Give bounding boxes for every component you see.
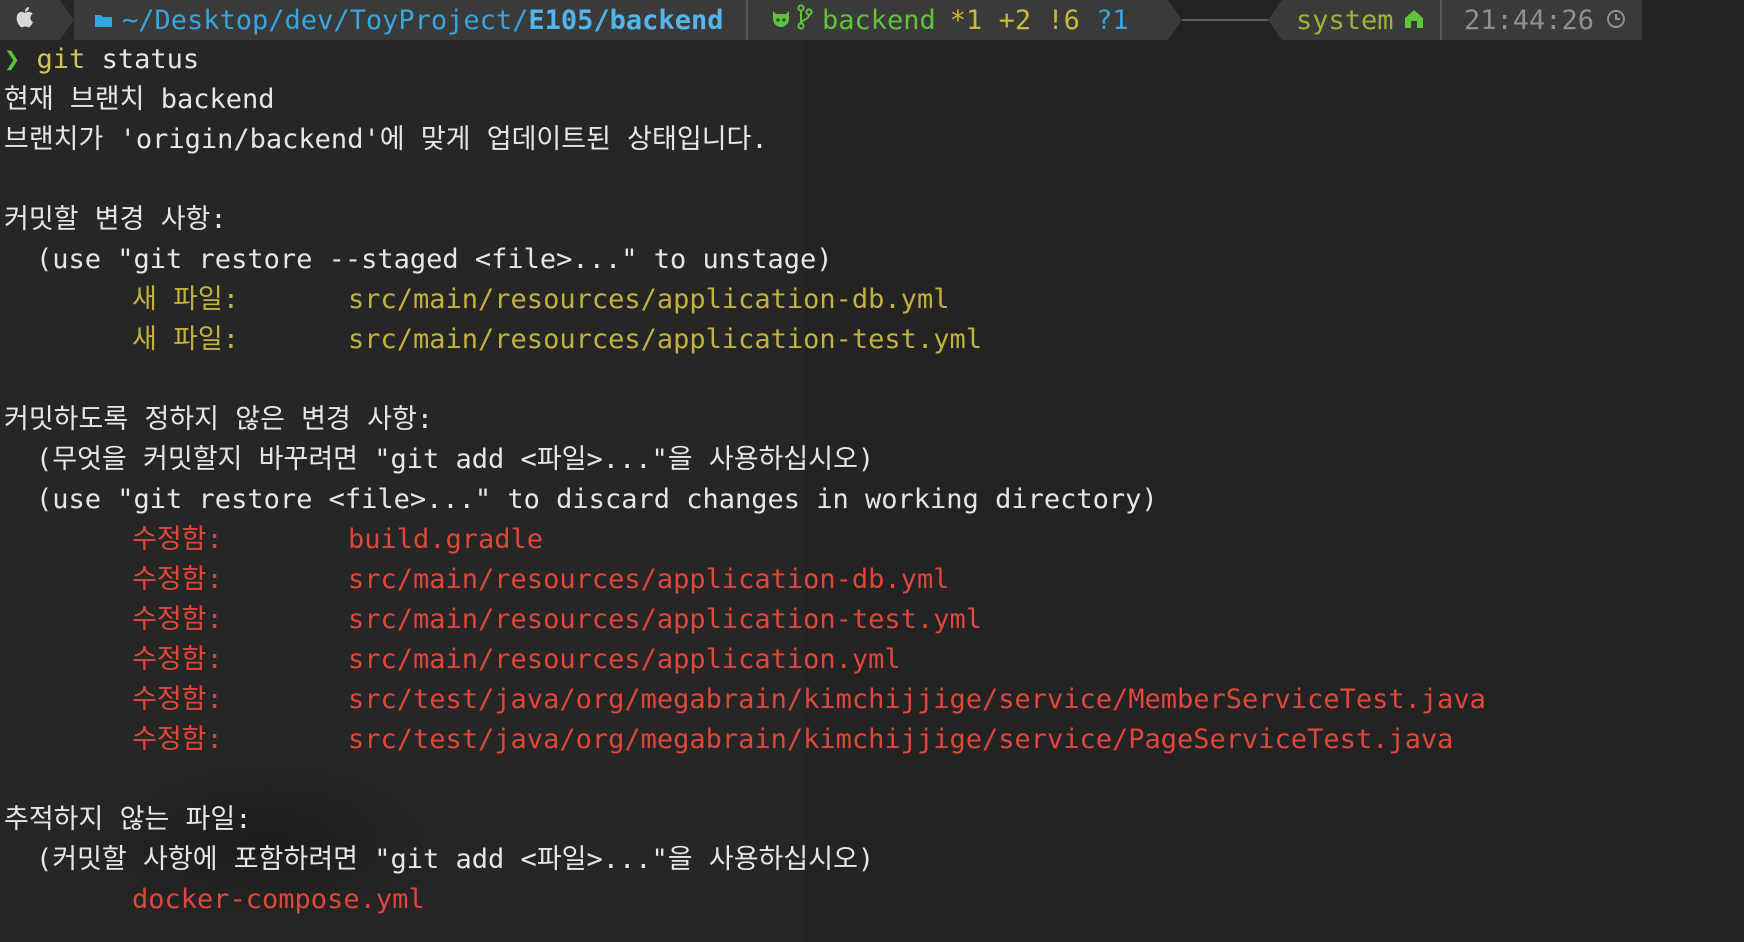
directory-segment: ~/Desktop/dev/ToyProject/E105/backend	[74, 0, 746, 40]
file-path: src/test/java/org/megabrain/kimchijjige/…	[348, 684, 1486, 715]
staged-header: 커밋할 변경 사항:	[4, 204, 227, 235]
untracked-header: 추적하지 않는 파일:	[4, 804, 252, 835]
terminal-output: ❯ git status 현재 브랜치 backend 브랜치가 'origin…	[4, 40, 1734, 920]
file-status-label: 수정함:	[132, 604, 223, 635]
prompt-time: 21:44:26	[1464, 4, 1595, 36]
segment-separator	[1268, 0, 1282, 40]
segment-separator	[1168, 0, 1182, 40]
file-status-label: 수정함:	[132, 524, 223, 555]
file-path: src/main/resources/application-db.yml	[348, 564, 950, 595]
untracked-hint: (커밋할 사항에 포함하려면 "git add <파일>..."을 사용하십시오…	[36, 844, 875, 875]
command-arg: status	[101, 44, 200, 75]
unstaged-hint-restore: (use "git restore <file>..." to discard …	[36, 484, 1158, 515]
file-status-label: 수정함:	[132, 684, 223, 715]
file-path: docker-compose.yml	[132, 884, 425, 915]
file-path: src/main/resources/application-db.yml	[348, 284, 950, 315]
unstaged-hint-add: (무엇을 커밋할지 바꾸려면 "git add <파일>..."을 사용하십시오…	[36, 444, 875, 475]
env-segment: system	[1282, 0, 1440, 40]
file-path: src/main/resources/application-test.yml	[348, 604, 982, 635]
segment-separator	[60, 0, 74, 40]
file-path: build.gradle	[348, 524, 544, 555]
modified-file-row: 수정함: src/test/java/org/megabrain/kimchijj…	[4, 680, 1734, 720]
file-status-label: 수정함:	[132, 644, 223, 675]
uptodate-line: 브랜치가 'origin/backend'에 맞게 업데이트된 상태입니다.	[4, 124, 768, 155]
time-segment: 21:44:26	[1442, 0, 1642, 40]
directory-current: E105/backend	[528, 4, 724, 36]
staged-file-row: 새 파일: src/main/resources/application-db.y…	[4, 280, 1734, 320]
env-name: system	[1296, 4, 1394, 36]
untracked-file-row: docker-compose.yml	[4, 880, 1734, 920]
home-icon	[1404, 5, 1424, 36]
branch-line: 현재 브랜치 backend	[4, 84, 275, 115]
staged-file-row: 새 파일: src/main/resources/application-test…	[4, 320, 1734, 360]
unstaged-header: 커밋하도록 정하지 않은 변경 사항:	[4, 404, 434, 435]
git-untracked-count: ?1	[1096, 4, 1129, 36]
modified-file-row: 수정함: build.gradle	[4, 520, 1734, 560]
git-segment: backend *1 +2 !6 ?1	[748, 0, 1168, 40]
git-branch-name: backend	[822, 4, 936, 36]
prompt-symbol: ❯	[4, 44, 21, 75]
prompt-filler-line	[1182, 19, 1268, 21]
directory-path: ~/Desktop/dev/ToyProject/	[122, 4, 529, 36]
git-branch-icon	[796, 3, 814, 37]
file-status-label: 수정함:	[132, 564, 223, 595]
git-modified-count: !6	[1047, 4, 1080, 36]
github-icon	[770, 5, 792, 36]
staged-hint: (use "git restore --staged <file>..." to…	[36, 244, 833, 275]
os-segment	[0, 0, 60, 40]
modified-file-row: 수정함: src/main/resources/application-test.…	[4, 600, 1734, 640]
git-staged-count: *1	[949, 4, 983, 36]
modified-file-row: 수정함: src/main/resources/application.yml	[4, 640, 1734, 680]
file-path: src/test/java/org/megabrain/kimchijjige/…	[348, 724, 1454, 755]
prompt-bar: ~/Desktop/dev/ToyProject/E105/backend ba…	[0, 0, 1744, 40]
command-line: ❯ git status	[4, 40, 1734, 80]
apple-icon	[14, 4, 38, 37]
modified-file-row: 수정함: src/test/java/org/megabrain/kimchijj…	[4, 720, 1734, 760]
file-status-label: 새 파일:	[132, 284, 240, 315]
file-status-label: 새 파일:	[132, 324, 240, 355]
git-added-count: +2	[998, 4, 1032, 36]
folder-icon	[94, 5, 114, 36]
file-status-label: 수정함:	[132, 724, 223, 755]
clock-icon	[1606, 5, 1626, 36]
command-name: git	[36, 44, 86, 75]
file-path: src/main/resources/application-test.yml	[348, 324, 982, 355]
modified-file-row: 수정함: src/main/resources/application-db.ym…	[4, 560, 1734, 600]
file-path: src/main/resources/application.yml	[348, 644, 901, 675]
